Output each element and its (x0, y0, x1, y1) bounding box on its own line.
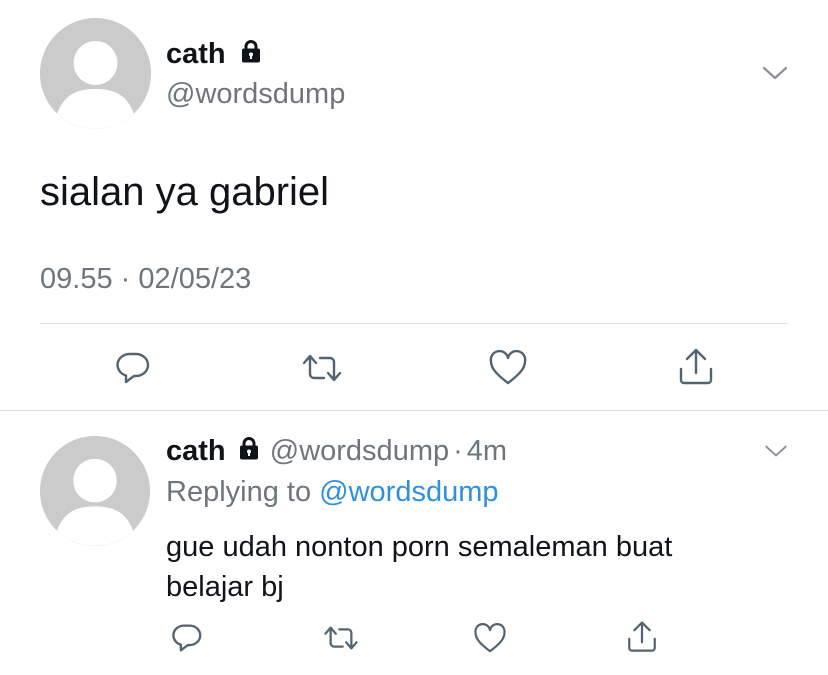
lock-icon (238, 38, 264, 72)
reply-text-line: gue udah nonton porn semaleman buat (166, 531, 673, 563)
display-name[interactable]: cath (166, 435, 226, 467)
default-avatar-icon (40, 436, 150, 546)
tweet-date: 02/05/23 (138, 263, 252, 295)
section-divider (0, 410, 828, 411)
avatar[interactable] (40, 436, 150, 546)
replying-to-link[interactable]: @wordsdump (319, 476, 498, 508)
share-icon (628, 621, 656, 652)
reply-age: 4m (466, 435, 508, 467)
divider (40, 323, 788, 324)
author-handle[interactable]: @wordsdump (166, 77, 345, 111)
display-name[interactable]: cath (166, 38, 226, 70)
tweet-time: 09.55 (40, 263, 113, 295)
avatar[interactable] (40, 18, 151, 129)
chevron-down-icon[interactable] (764, 443, 788, 464)
retweet-icon (302, 354, 342, 382)
heart-icon (474, 622, 506, 652)
reply-button[interactable] (168, 622, 206, 654)
reply-text-line: belajar bj (166, 571, 284, 603)
reply-header: cath @wordsdump · 4m (166, 434, 507, 469)
replying-to: Replying to @wordsdump (166, 475, 499, 509)
reply-text: gue udah nonton porn semaleman buat bela… (166, 527, 672, 607)
share-button[interactable] (623, 619, 661, 655)
retweet-button[interactable] (298, 350, 346, 386)
author-handle[interactable]: @wordsdump (270, 435, 449, 467)
like-button[interactable] (471, 622, 509, 654)
tweet-text: sialan ya gabriel (40, 170, 330, 214)
chevron-down-icon[interactable] (762, 64, 788, 87)
retweet-icon (324, 626, 358, 650)
retweet-button[interactable] (320, 623, 362, 653)
reply-button[interactable] (111, 350, 155, 386)
reply-icon (116, 352, 150, 384)
like-button[interactable] (486, 349, 530, 387)
share-button[interactable] (674, 346, 718, 388)
default-avatar-icon (40, 18, 151, 129)
replying-to-label: Replying to (166, 476, 312, 508)
timestamp-separator: · (120, 263, 131, 295)
author-name-row: cath (166, 37, 264, 72)
share-icon (679, 348, 713, 385)
age-separator: · (453, 435, 463, 467)
reply-icon (172, 624, 202, 652)
lock-icon (236, 435, 262, 469)
heart-icon (489, 350, 527, 385)
tweet-timestamp: 09.55 · 02/05/23 (40, 262, 251, 296)
